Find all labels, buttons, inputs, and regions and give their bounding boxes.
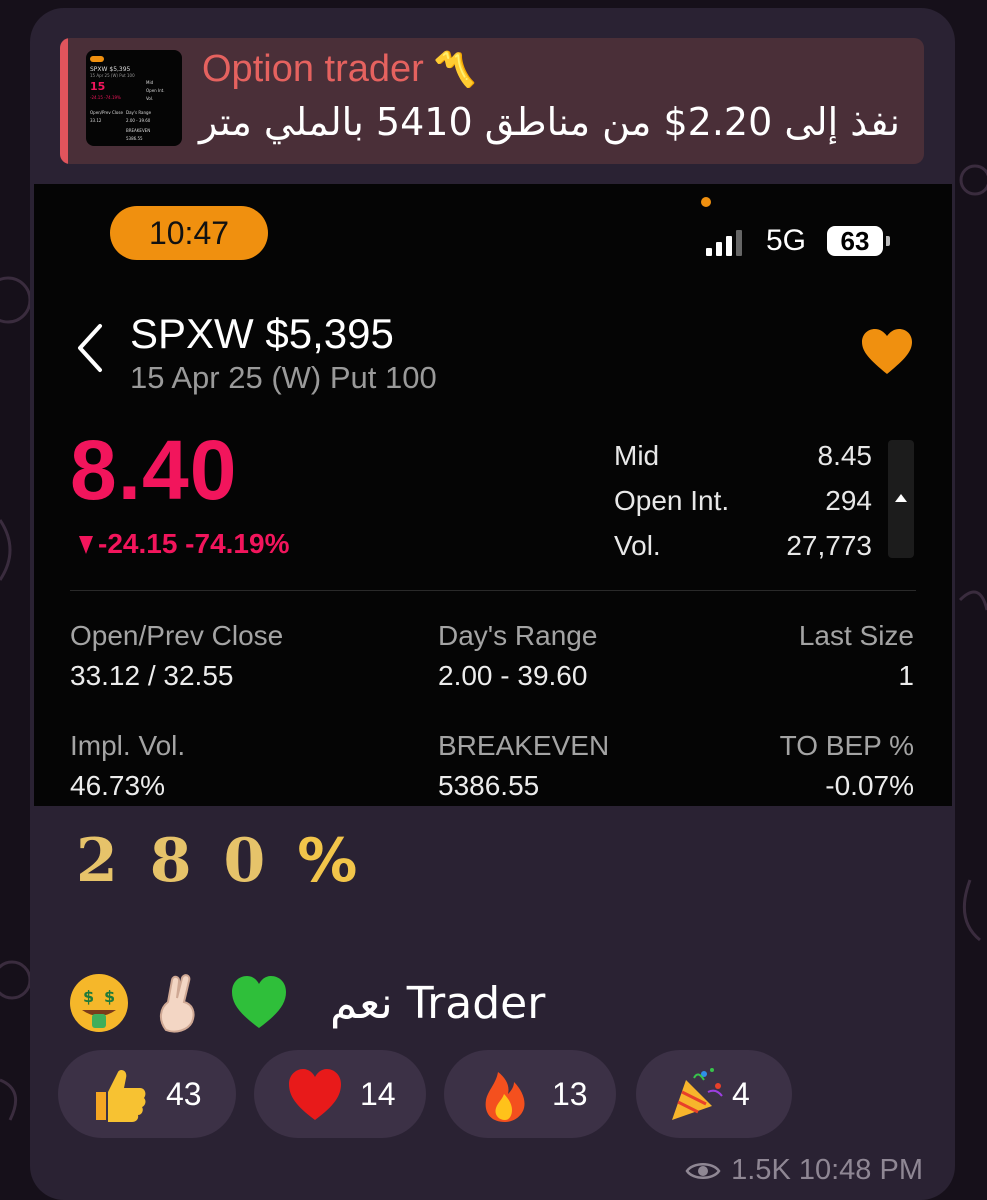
reaction-count: 14	[360, 1076, 396, 1112]
reply-preview[interactable]: SPXW $5,395 15 Apr 25 (W) Put 100 15 -24…	[60, 38, 924, 164]
fire-icon	[485, 1072, 525, 1122]
stat-open-int-value: 294	[825, 485, 872, 516]
reply-author-name: Option trader	[202, 48, 424, 90]
reply-author: Option trader 〽️	[202, 48, 476, 91]
reply-accent-bar	[60, 38, 68, 164]
reaction-party[interactable]: 4	[636, 1050, 792, 1138]
down-triangle-icon	[79, 536, 93, 554]
open-prev-value: 33.12 / 32.55	[70, 660, 234, 691]
red-heart-icon	[289, 1069, 341, 1120]
trade-screenshot[interactable]: 10:47 5G 63 SPXW $5,395 15 Apr 25 (W) Pu…	[34, 184, 952, 806]
party-popper-icon	[672, 1068, 723, 1120]
last-size-label: Last Size	[798, 620, 914, 651]
thumb-price: 15	[90, 80, 106, 93]
thumbs-up-icon	[96, 1070, 146, 1122]
money-mouth-face-icon: $ $	[70, 974, 128, 1032]
thumb-contract: 15 Apr 25 (W) Put 100	[90, 73, 135, 78]
scroll-up-icon	[895, 494, 907, 502]
svg-text:$: $	[83, 987, 94, 1006]
gain-digit: 0	[223, 826, 270, 896]
to-bep-value: -0.07%	[825, 770, 914, 801]
stat-mid-value: 8.45	[817, 440, 873, 471]
signal-icon	[706, 228, 742, 256]
thumb-breakeven-value: 5386.55	[126, 136, 143, 141]
reaction-heart[interactable]: 14	[254, 1050, 426, 1138]
thumb-change: -24.15 -74.19%	[90, 95, 121, 100]
network-label: 5G	[766, 224, 807, 257]
thumb-open-int: Open Int.	[146, 88, 165, 93]
stat-mid-label: Mid	[614, 440, 660, 471]
message-text: نعم Trader	[330, 977, 546, 1029]
ticker-title: SPXW $5,395	[130, 310, 394, 357]
days-range-value: 2.00 - 39.60	[438, 660, 588, 691]
divider	[70, 590, 916, 591]
message-meta: 1.5K 10:48 PM	[685, 1154, 923, 1187]
thumb-vol: Vol.	[146, 96, 154, 101]
status-time: 10:47	[110, 206, 268, 260]
reaction-fire[interactable]: 13	[444, 1050, 616, 1138]
crown-icon: 〽️	[433, 51, 477, 89]
battery-tip	[886, 236, 890, 246]
views-count: 1.5K	[731, 1154, 791, 1186]
thumb-mid: Mid	[146, 80, 154, 85]
contract-subtitle: 15 Apr 25 (W) Put 100	[130, 360, 437, 395]
thumb-open-prev: Open/Prev Close	[90, 110, 123, 115]
last-size-value: 1	[898, 660, 914, 691]
gain-percent-sign: %	[297, 826, 362, 896]
svg-text:$: $	[104, 987, 115, 1006]
battery-icon: 63	[827, 226, 883, 256]
last-price: 8.40	[70, 423, 238, 517]
reply-thumbnail: SPXW $5,395 15 Apr 25 (W) Put 100 15 -24…	[86, 50, 182, 146]
stat-vol-label: Vol.	[614, 530, 661, 561]
thumb-breakeven: BREAKEVEN	[126, 128, 151, 133]
reply-text: نفذ إلى 2.20$ من مناطق 5410 بالملي متر	[199, 100, 900, 144]
price-change: -24.15 -74.19%	[78, 528, 289, 560]
thumb-days-range: Day's Range	[126, 110, 152, 115]
views-eye-icon	[685, 1162, 721, 1179]
gain-digit: 8	[149, 826, 196, 896]
impl-vol-label: Impl. Vol.	[70, 730, 186, 761]
stat-open-int-label: Open Int.	[614, 485, 730, 516]
message-bubble: SPXW $5,395 15 Apr 25 (W) Put 100 15 -24…	[30, 8, 955, 1200]
price-change-text: -24.15 -74.19%	[98, 528, 290, 559]
reaction-count: 13	[552, 1076, 588, 1112]
reaction-count: 4	[732, 1076, 750, 1112]
back-chevron-icon[interactable]	[72, 322, 108, 374]
thumb-ticker: SPXW $5,395	[90, 66, 131, 73]
stats-scroller[interactable]	[888, 440, 914, 558]
reaction-count: 43	[166, 1076, 202, 1112]
crossed-fingers-icon	[160, 974, 195, 1033]
gain-digit: 2	[76, 826, 122, 896]
breakeven-value: 5386.55	[438, 770, 540, 801]
open-prev-label: Open/Prev Close	[70, 620, 284, 651]
thumb-days-range-value: 2.00 - 39.60	[126, 118, 151, 123]
to-bep-label: TO BEP %	[779, 730, 914, 761]
message-line: $ $ نعم Trader	[68, 968, 545, 1038]
reaction-thumbs-up[interactable]: 43	[58, 1050, 236, 1138]
gain-percent: 2 8 0%	[76, 826, 389, 896]
privacy-dot	[701, 197, 711, 207]
thumb-open-prev-value: 33.12	[90, 118, 102, 123]
favorite-heart-icon[interactable]	[860, 328, 914, 376]
days-range-label: Day's Range	[438, 620, 598, 651]
breakeven-label: BREAKEVEN	[438, 730, 610, 761]
message-time: 10:48 PM	[798, 1154, 923, 1186]
stat-vol-value: 27,773	[786, 530, 872, 561]
green-heart-icon	[232, 976, 286, 1028]
impl-vol-value: 46.73%	[70, 770, 165, 801]
